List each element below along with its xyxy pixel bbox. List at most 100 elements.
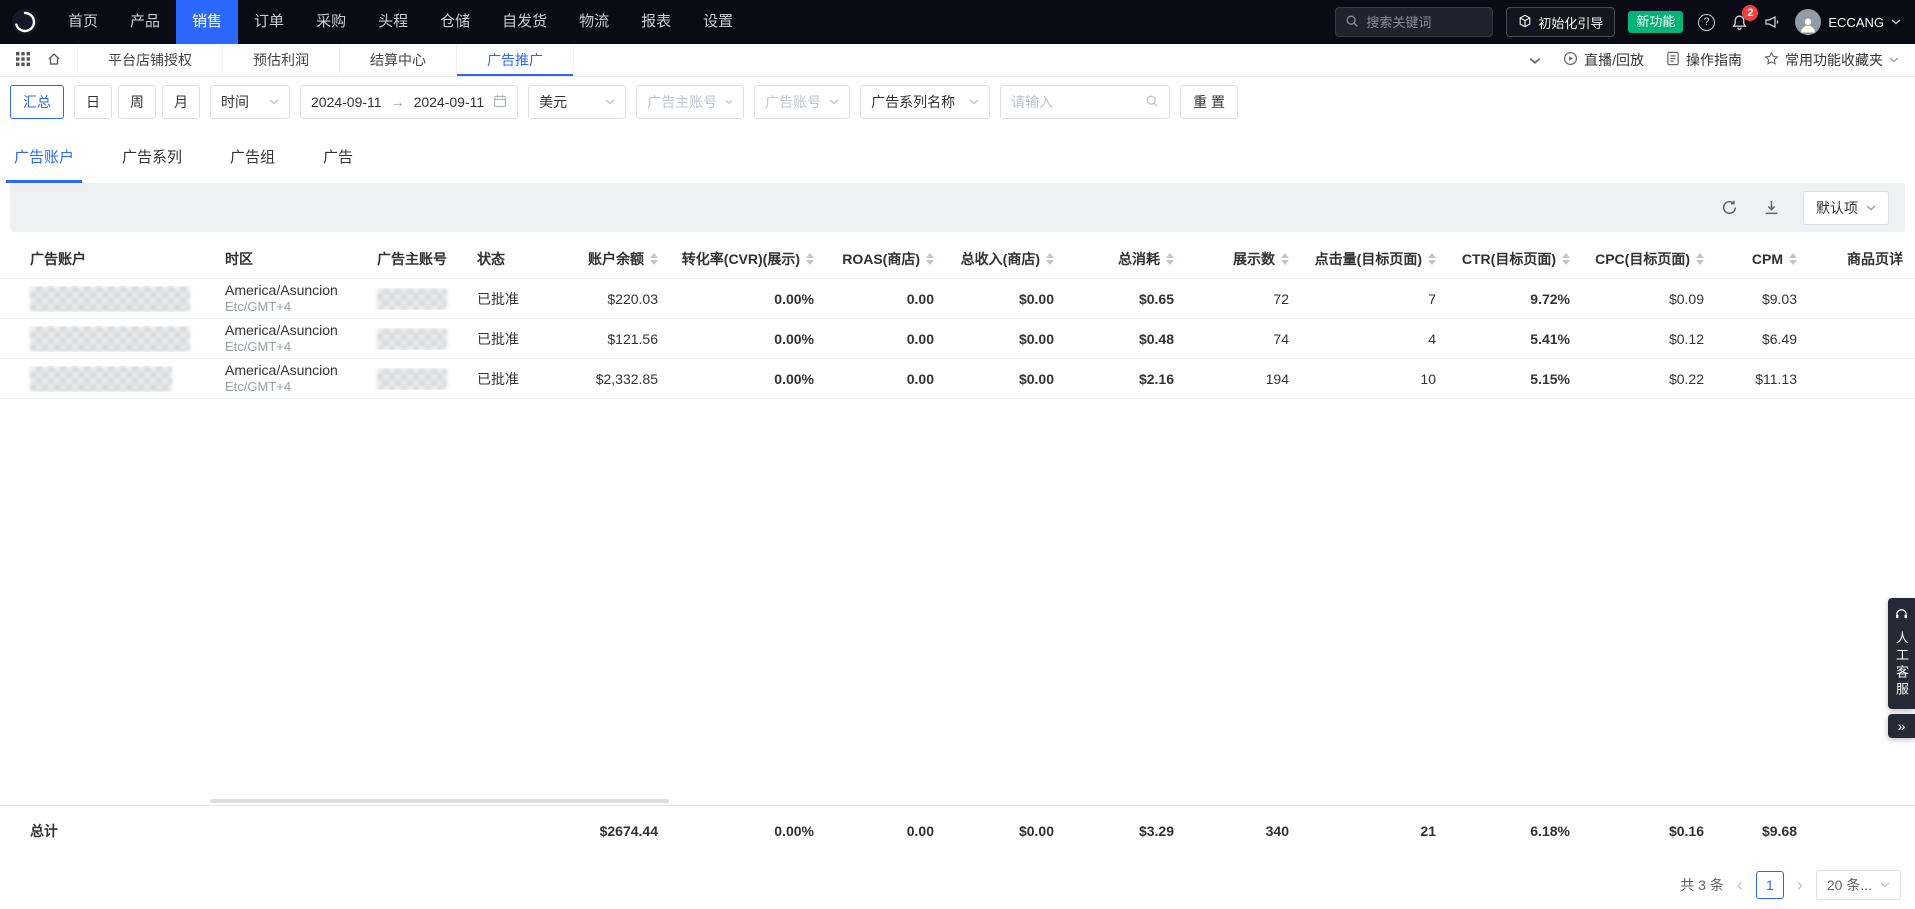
nav-item-purchase[interactable]: 采购: [300, 0, 362, 44]
collapse-panel-button[interactable]: »: [1888, 714, 1915, 738]
search-input[interactable]: [1366, 15, 1483, 30]
header-spend[interactable]: 总消耗: [1064, 249, 1184, 269]
sort-icon[interactable]: [1562, 253, 1570, 265]
date-range-picker[interactable]: 2024-09-11 → 2024-09-11: [300, 85, 518, 119]
header-roas[interactable]: ROAS(商店): [824, 249, 944, 269]
prev-page-button[interactable]: ‹: [1734, 876, 1746, 894]
total-roas: 0.00: [824, 823, 944, 839]
announcement-icon[interactable]: [1762, 12, 1782, 32]
chevron-down-icon: [1891, 19, 1901, 25]
advertiser-cell: [367, 368, 467, 390]
balance-cell: $220.03: [540, 291, 668, 307]
account-menu[interactable]: ECCANG: [1795, 9, 1901, 35]
nav-item-home[interactable]: 首页: [52, 0, 114, 44]
total-spend: $3.29: [1064, 823, 1184, 839]
nav-item-orders[interactable]: 订单: [238, 0, 300, 44]
page-size-select[interactable]: 20 条...: [1816, 870, 1901, 900]
header-cpm[interactable]: CPM: [1714, 251, 1807, 267]
header-ad-account: 广告账户: [20, 249, 215, 269]
headset-icon: [1894, 606, 1909, 624]
favorites-link[interactable]: 常用功能收藏夹: [1764, 50, 1899, 70]
nav-item-first-leg[interactable]: 头程: [362, 0, 424, 44]
sort-icon[interactable]: [1281, 253, 1289, 265]
period-week-button[interactable]: 周: [118, 85, 156, 119]
columns-default-select[interactable]: 默认项: [1803, 191, 1889, 225]
subtab-ad-account[interactable]: 广告账户: [12, 146, 76, 183]
tab-list-dropdown-icon[interactable]: [1529, 52, 1541, 68]
search-field-select[interactable]: 广告系列名称: [860, 85, 990, 119]
subtab-ad-group[interactable]: 广告组: [228, 146, 277, 183]
sort-icon[interactable]: [926, 253, 934, 265]
summary-button[interactable]: 汇总: [10, 85, 64, 119]
header-clicks[interactable]: 点击量(目标页面): [1299, 249, 1446, 269]
sort-icon[interactable]: [1166, 253, 1174, 265]
currency-value: 美元: [539, 92, 567, 112]
keyword-input[interactable]: [1011, 94, 1139, 110]
sort-icon[interactable]: [806, 253, 814, 265]
header-ctr[interactable]: CTR(目标页面): [1446, 249, 1580, 269]
period-day-button[interactable]: 日: [74, 85, 112, 119]
tab-ad-promotion[interactable]: 广告推广: [457, 44, 574, 76]
sort-icon[interactable]: [650, 253, 658, 265]
home-icon[interactable]: [46, 51, 62, 70]
header-impressions[interactable]: 展示数: [1184, 249, 1299, 269]
nav-item-settings[interactable]: 设置: [687, 0, 749, 44]
nav-item-logistics[interactable]: 物流: [563, 0, 625, 44]
table-total-row: 总计 $2674.44 0.00% 0.00 $0.00 $3.29 340 2…: [0, 805, 1915, 855]
sort-icon[interactable]: [1789, 253, 1797, 265]
cvr-cell: 0.00%: [668, 291, 824, 307]
reset-button[interactable]: 重 置: [1180, 85, 1238, 119]
table-row[interactable]: America/AsuncionEtc/GMT+4 已批准 $220.03 0.…: [0, 279, 1915, 319]
advertiser-placeholder: 广告主账号: [647, 92, 717, 112]
download-icon[interactable]: [1761, 198, 1781, 218]
sort-icon[interactable]: [1046, 253, 1054, 265]
operation-guide-link[interactable]: 操作指南: [1666, 50, 1742, 70]
help-icon[interactable]: ?: [1696, 12, 1716, 32]
table-row[interactable]: America/AsuncionEtc/GMT+4 已批准 $2,332.85 …: [0, 359, 1915, 399]
impressions-cell: 74: [1184, 331, 1299, 347]
keyword-search-box[interactable]: [1000, 85, 1170, 119]
total-balance: $2674.44: [540, 823, 668, 839]
horizontal-scrollbar[interactable]: [210, 799, 669, 803]
apps-grid-icon[interactable]: [15, 51, 31, 70]
redacted-account-name: [30, 366, 172, 392]
tab-estimated-profit[interactable]: 预估利润: [223, 44, 340, 76]
ad-account-select[interactable]: 广告账号: [754, 85, 850, 119]
live-replay-link[interactable]: 直播/回放: [1563, 50, 1644, 70]
subtab-campaign[interactable]: 广告系列: [120, 146, 184, 183]
refresh-icon[interactable]: [1719, 198, 1739, 218]
customer-service-button[interactable]: 人工客服: [1888, 598, 1915, 709]
notifications-bell-icon[interactable]: 2: [1729, 12, 1749, 32]
favorites-icon: [1764, 51, 1779, 69]
sort-icon[interactable]: [1428, 253, 1436, 265]
header-balance[interactable]: 账户余额: [540, 249, 668, 269]
nav-item-sales[interactable]: 销售: [176, 0, 238, 44]
period-month-button[interactable]: 月: [162, 85, 200, 119]
page-number-button[interactable]: 1: [1756, 871, 1784, 899]
currency-select[interactable]: 美元: [528, 85, 626, 119]
advertiser-account-select[interactable]: 广告主账号: [636, 85, 744, 119]
nav-item-products[interactable]: 产品: [114, 0, 176, 44]
header-revenue[interactable]: 总收入(商店): [944, 249, 1064, 269]
nav-item-self-delivery[interactable]: 自发货: [486, 0, 563, 44]
nav-item-reports[interactable]: 报表: [625, 0, 687, 44]
balance-cell: $121.56: [540, 331, 668, 347]
subtab-ad[interactable]: 广告: [321, 146, 355, 183]
columns-default-label: 默认项: [1816, 198, 1858, 218]
cvr-cell: 0.00%: [668, 331, 824, 347]
time-type-select[interactable]: 时间: [210, 85, 290, 119]
next-page-button[interactable]: ›: [1794, 876, 1806, 894]
header-timezone: 时区: [215, 249, 367, 269]
calendar-icon: [493, 94, 507, 111]
sort-icon[interactable]: [1696, 253, 1704, 265]
init-guide-button[interactable]: 初始化引导: [1506, 7, 1615, 37]
header-cvr[interactable]: 转化率(CVR)(展示): [668, 249, 824, 269]
global-search[interactable]: [1335, 7, 1493, 37]
tab-settlement-center[interactable]: 结算中心: [340, 44, 457, 76]
new-feature-badge[interactable]: 新功能: [1628, 11, 1683, 33]
tab-platform-auth[interactable]: 平台店铺授权: [77, 44, 223, 76]
table-row[interactable]: America/AsuncionEtc/GMT+4 已批准 $121.56 0.…: [0, 319, 1915, 359]
app-logo-icon[interactable]: [10, 7, 40, 37]
header-cpc[interactable]: CPC(目标页面): [1580, 249, 1714, 269]
nav-item-warehouse[interactable]: 仓储: [424, 0, 486, 44]
